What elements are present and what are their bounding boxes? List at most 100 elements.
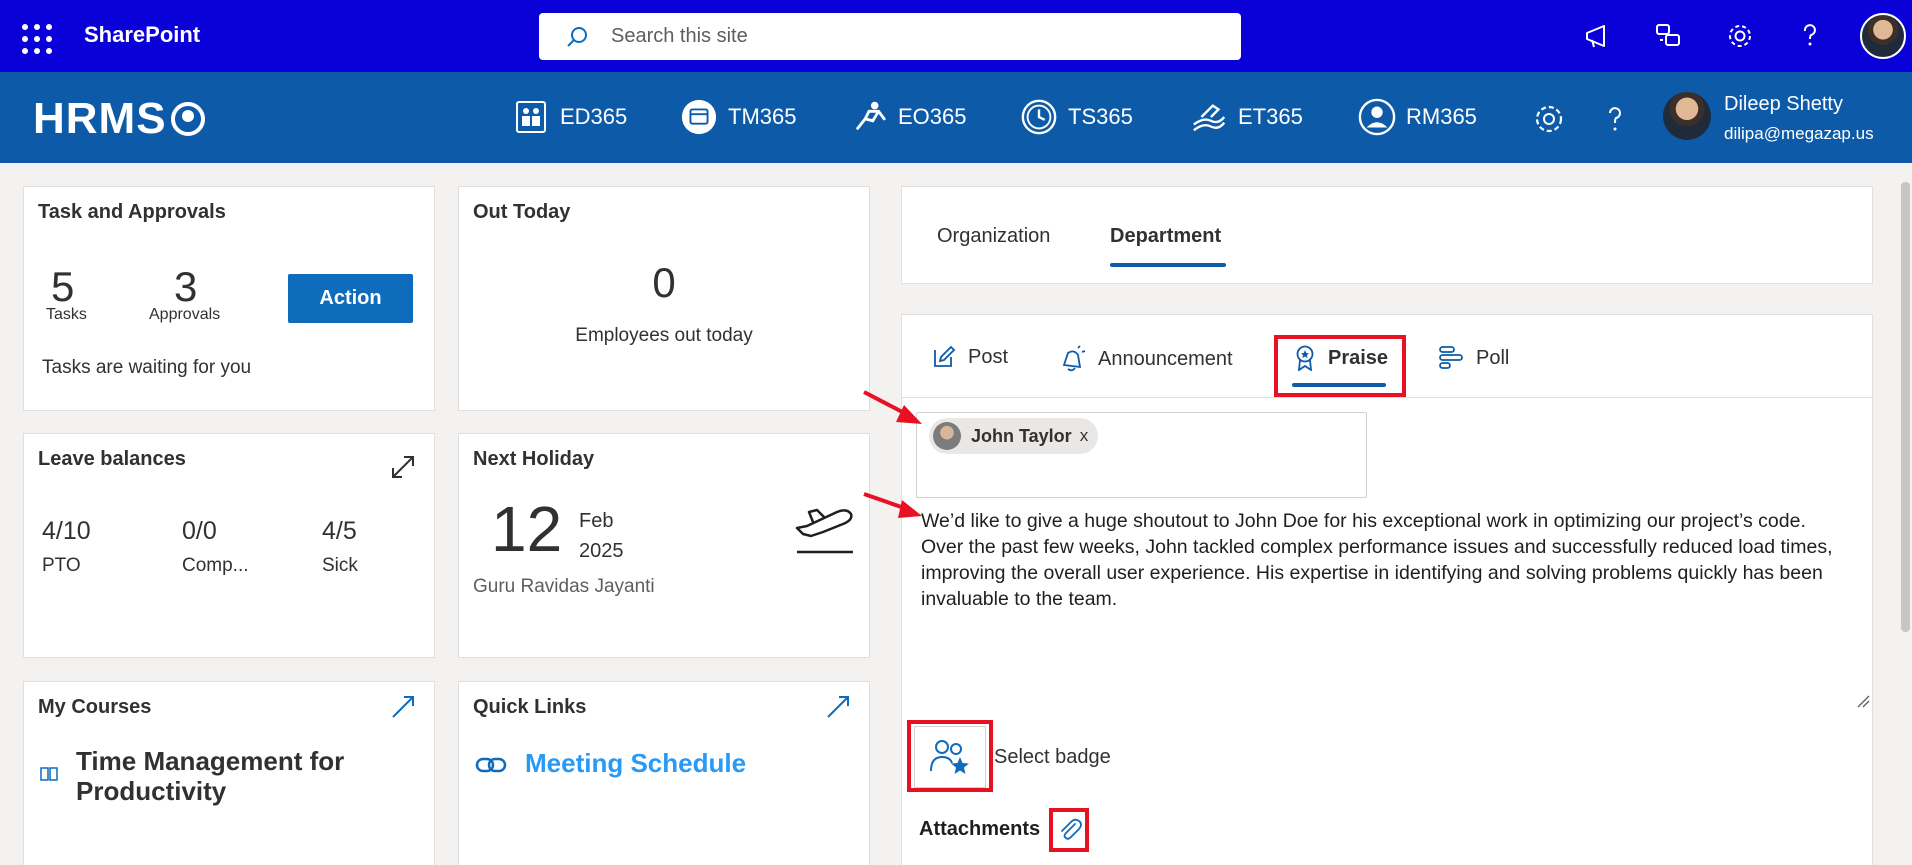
expand-icon[interactable] xyxy=(390,694,416,720)
recipient-picker[interactable]: John Taylor x xyxy=(916,412,1367,498)
poll-icon xyxy=(1439,346,1463,369)
sharepoint-title[interactable]: SharePoint xyxy=(84,22,200,48)
my-courses-card: My Courses Time Management for Productiv… xyxy=(23,681,435,865)
et365-icon xyxy=(1190,98,1228,136)
settings-icon[interactable] xyxy=(1724,20,1756,52)
card-title: My Courses xyxy=(38,696,152,718)
suite-bar: SharePoint Search this site xyxy=(0,0,1912,72)
pto-value: 4/10 xyxy=(42,517,91,545)
nav-label: EO365 xyxy=(898,104,967,129)
resize-handle-icon[interactable] xyxy=(1856,694,1870,708)
select-badge-label[interactable]: Select badge xyxy=(994,746,1111,769)
holiday-day: 12 xyxy=(491,493,563,565)
approvals-count[interactable]: 3 xyxy=(174,263,197,311)
logo-text: HRMS xyxy=(33,94,167,143)
task-approvals-card: Task and Approvals 5 Tasks 3 Approvals A… xyxy=(23,186,435,411)
tab-announcement[interactable]: Announcement xyxy=(1058,345,1233,373)
people-star-icon xyxy=(930,740,969,774)
pto-label: PTO xyxy=(42,555,81,576)
meeting-schedule-link[interactable]: Meeting Schedule xyxy=(525,748,746,779)
recipient-pill: John Taylor x xyxy=(929,418,1099,454)
feed-scope-tabs: Organization Department xyxy=(901,186,1873,284)
card-title: Task and Approvals xyxy=(38,201,226,223)
tab-underline xyxy=(1110,263,1226,267)
divider xyxy=(902,397,1872,398)
announcement-icon xyxy=(1062,345,1086,372)
account-avatar[interactable] xyxy=(1860,13,1906,59)
search-placeholder: Search this site xyxy=(611,25,748,47)
hrms-logo[interactable]: HRMS xyxy=(33,94,205,144)
logo-person-icon xyxy=(170,102,205,136)
nav-tm365[interactable]: TM365 xyxy=(680,98,796,136)
annotation-arrow-icon xyxy=(863,390,922,424)
recipient-name: John Taylor xyxy=(971,425,1072,446)
book-icon xyxy=(40,767,58,781)
search-icon xyxy=(567,26,587,47)
tasks-label: Tasks xyxy=(46,306,87,323)
edit-icon xyxy=(934,345,956,367)
megaphone-icon[interactable] xyxy=(1582,20,1614,52)
paperclip-icon[interactable] xyxy=(1056,815,1084,845)
user-avatar[interactable] xyxy=(1663,92,1711,140)
sick-label: Sick xyxy=(322,555,358,576)
help-icon[interactable] xyxy=(1794,20,1826,52)
card-title: Next Holiday xyxy=(473,448,595,470)
holiday-month: Feb xyxy=(579,510,614,532)
tasks-count[interactable]: 5 xyxy=(51,263,74,311)
nav-eo365[interactable]: EO365 xyxy=(850,98,967,136)
user-email: dilipa@megazap.us xyxy=(1724,124,1874,143)
ed365-icon xyxy=(512,98,550,136)
leave-balances-card: Leave balances 4/10 PTO 0/0 Comp... 4/5 … xyxy=(23,433,435,658)
course-title[interactable]: Time Management for Productivity xyxy=(76,746,406,806)
expand-icon[interactable] xyxy=(390,454,416,480)
holiday-name: Guru Ravidas Jayanti xyxy=(473,576,655,597)
nav-ts365[interactable]: TS365 xyxy=(1020,98,1133,136)
nav-label: TM365 xyxy=(728,104,797,129)
nav-rm365[interactable]: RM365 xyxy=(1358,98,1477,136)
ts365-icon xyxy=(1020,98,1058,136)
quick-links-card: Quick Links Meeting Schedule xyxy=(458,681,870,865)
site-search-box[interactable]: Search this site xyxy=(539,13,1241,60)
card-title: Out Today xyxy=(473,201,571,223)
out-today-count: 0 xyxy=(652,259,676,306)
app-header: HRMS ED365 TM365 EO365 TS365 ET365 RM365… xyxy=(0,72,1912,163)
holiday-year: 2025 xyxy=(579,540,624,562)
nav-label: ED365 xyxy=(560,104,628,129)
sick-value: 4/5 xyxy=(322,517,357,545)
tab-department[interactable]: Department xyxy=(1110,225,1221,248)
tab-post[interactable]: Post xyxy=(932,345,1008,369)
nav-label: TS365 xyxy=(1068,104,1133,129)
tab-organization[interactable]: Organization xyxy=(937,225,1050,248)
link-icon xyxy=(475,757,507,773)
comp-label: Comp... xyxy=(182,555,249,576)
out-today-card: Out Today 0 Employees out today xyxy=(458,186,870,411)
tab-label: Post xyxy=(968,345,1009,368)
help-icon[interactable] xyxy=(1598,102,1632,136)
remove-recipient-button[interactable]: x xyxy=(1080,426,1089,446)
card-title: Leave balances xyxy=(38,448,186,470)
nav-ed365[interactable]: ED365 xyxy=(512,98,627,136)
tab-label: Announcement xyxy=(1098,347,1233,370)
nav-et365[interactable]: ET365 xyxy=(1190,98,1303,136)
next-holiday-card: Next Holiday 12 Feb 2025 Guru Ravidas Ja… xyxy=(458,433,870,658)
airplane-icon xyxy=(795,508,853,554)
praise-message-textarea[interactable]: We’d like to give a huge shoutout to Joh… xyxy=(921,508,1851,612)
rm365-icon xyxy=(1358,98,1396,136)
tm365-icon xyxy=(680,98,718,136)
action-button[interactable]: Action xyxy=(288,274,413,323)
out-today-label: Employees out today xyxy=(575,325,753,346)
app-launcher-icon[interactable] xyxy=(18,20,52,54)
feedback-icon[interactable] xyxy=(1652,20,1684,52)
user-name: Dileep Shetty xyxy=(1724,93,1843,115)
tab-poll[interactable]: Poll xyxy=(1438,345,1509,371)
select-badge-button[interactable] xyxy=(914,726,986,788)
expand-icon[interactable] xyxy=(825,694,851,720)
card-title: Quick Links xyxy=(473,696,587,718)
comp-value: 0/0 xyxy=(182,517,217,545)
scrollbar-thumb[interactable] xyxy=(1901,182,1910,632)
settings-icon[interactable] xyxy=(1532,102,1566,136)
annotation-arrow-icon xyxy=(863,492,922,518)
nav-label: RM365 xyxy=(1406,104,1477,129)
recipient-avatar xyxy=(933,422,961,450)
eo365-icon xyxy=(850,98,888,136)
